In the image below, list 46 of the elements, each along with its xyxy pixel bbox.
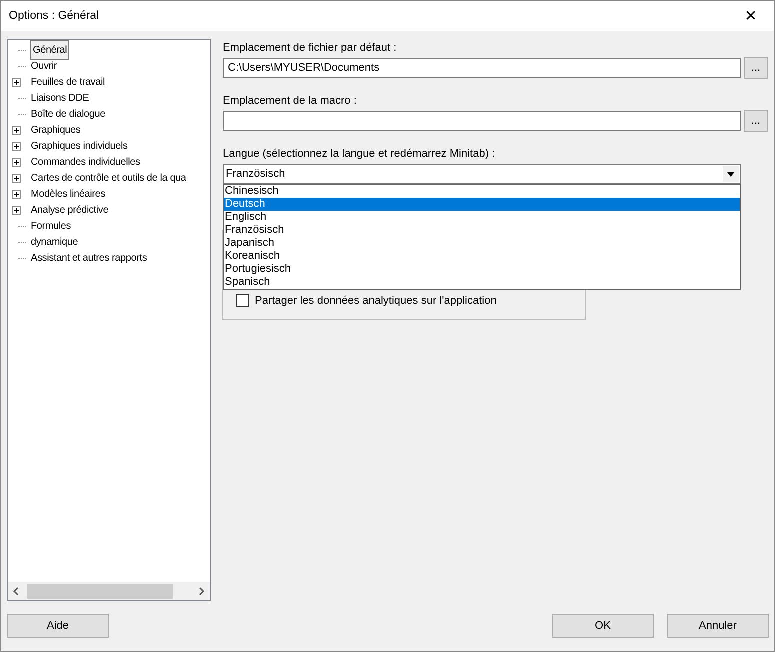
browse-button[interactable]: ... xyxy=(744,110,768,132)
browse-button[interactable]: ... xyxy=(744,57,768,79)
scrollbar-thumb[interactable] xyxy=(27,584,173,598)
dropdown-option[interactable]: Englisch xyxy=(224,211,740,224)
tree-item[interactable]: Formules xyxy=(30,218,72,234)
dropdown-option[interactable]: Deutsch xyxy=(224,198,740,211)
tree-item[interactable]: Commandes individuelles xyxy=(30,154,142,170)
tree-item[interactable]: Modèles linéaires xyxy=(30,186,106,202)
field-label: Langue (sélectionnez la langue et redémarrez Minitab) : xyxy=(223,147,496,162)
tree-item[interactable]: Graphiques xyxy=(30,122,82,138)
expand-icon[interactable] xyxy=(12,158,21,166)
tree-item[interactable]: Feuilles de travail xyxy=(30,74,106,90)
expand-icon[interactable] xyxy=(12,206,21,214)
tree-item[interactable]: Liaisons DDE xyxy=(30,90,90,106)
input-field[interactable]: C:\Users\MYUSER\Documents xyxy=(223,58,741,78)
dropdown-option[interactable]: Portugiesisch xyxy=(224,263,740,276)
expand-icon[interactable] xyxy=(12,142,21,150)
expand-icon[interactable] xyxy=(12,190,21,198)
language-dropdown[interactable]: Französisch xyxy=(223,164,741,184)
tree-item[interactable]: Graphiques individuels xyxy=(30,138,129,154)
tree-item[interactable]: Général xyxy=(30,40,70,60)
checkbox-label: Partager les données analytiques sur l'application xyxy=(255,294,497,306)
checkbox[interactable] xyxy=(236,294,249,307)
tree-item[interactable]: Boîte de dialogue xyxy=(30,106,106,122)
dropdown-option[interactable]: Chinesisch xyxy=(224,185,740,198)
close-button[interactable]: ✕ xyxy=(728,1,774,31)
tree-item[interactable]: Ouvrir xyxy=(30,58,58,74)
tree-item[interactable]: Analyse prédictive xyxy=(30,202,110,218)
input-field[interactable] xyxy=(223,111,741,131)
expand-icon[interactable] xyxy=(12,78,21,86)
dropdown-option[interactable]: Japanisch xyxy=(224,237,740,250)
help-button[interactable]: Aide xyxy=(7,614,109,638)
window-title: Options : Général xyxy=(9,10,100,22)
field-label: Emplacement de fichier par défaut : xyxy=(223,41,398,56)
dropdown-option[interactable]: Koreanisch xyxy=(224,250,740,263)
dropdown-option[interactable]: Spanisch xyxy=(224,276,740,289)
field-label: Emplacement de la macro : xyxy=(223,94,358,109)
expand-icon[interactable] xyxy=(12,174,21,182)
dropdown-option[interactable]: Französisch xyxy=(224,224,740,237)
tree-item[interactable]: Assistant et autres rapports xyxy=(30,250,148,266)
cancel-button[interactable]: Annuler xyxy=(667,614,769,638)
tree-item[interactable]: Cartes de contrôle et outils de la qua xyxy=(30,170,188,186)
dropdown-arrow-icon xyxy=(727,172,735,176)
tree-item[interactable]: dynamique xyxy=(30,234,80,250)
expand-icon[interactable] xyxy=(12,126,21,134)
ok-button[interactable]: OK xyxy=(552,614,654,638)
